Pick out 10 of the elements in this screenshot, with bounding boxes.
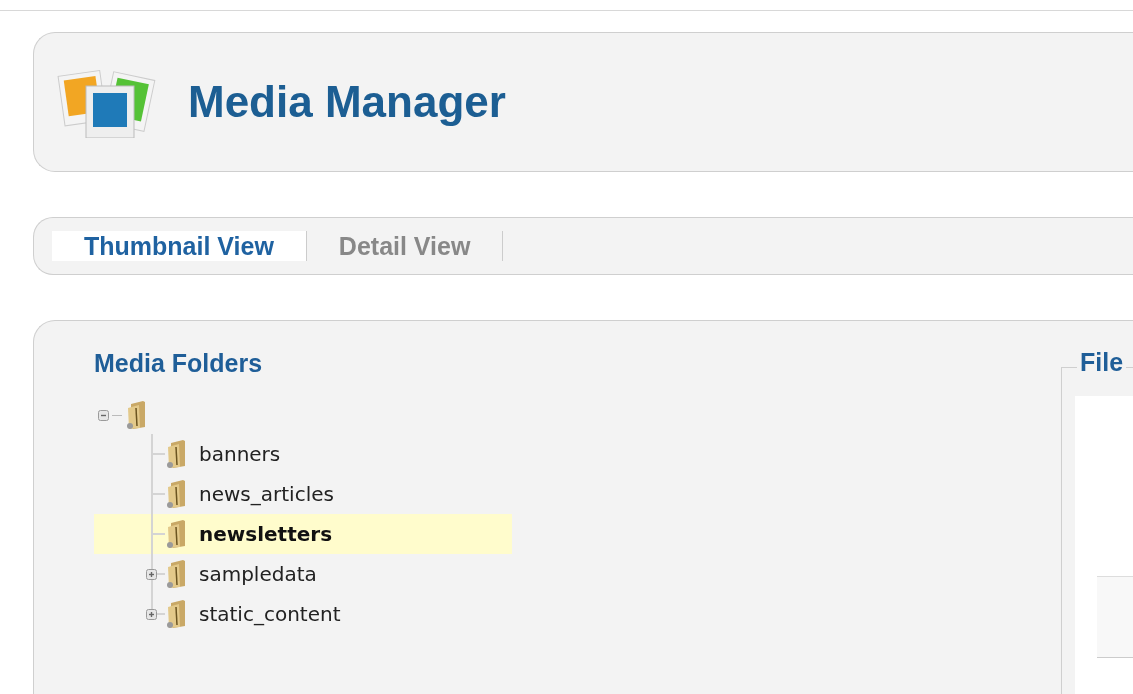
expand-toggle-icon[interactable] [146, 568, 157, 580]
view-tab[interactable]: Thumbnail View [52, 231, 307, 261]
folder-item[interactable]: newsletters [94, 514, 512, 554]
folder-item[interactable]: static_content [94, 594, 512, 634]
page-title: Media Manager [188, 77, 506, 127]
expand-toggle-icon[interactable] [146, 608, 157, 620]
folder-item[interactable]: sampledata [94, 554, 512, 594]
folder-item[interactable]: banners [94, 434, 512, 474]
section-title: Media Folders [94, 349, 264, 378]
collapse-toggle-icon[interactable] [98, 409, 109, 421]
